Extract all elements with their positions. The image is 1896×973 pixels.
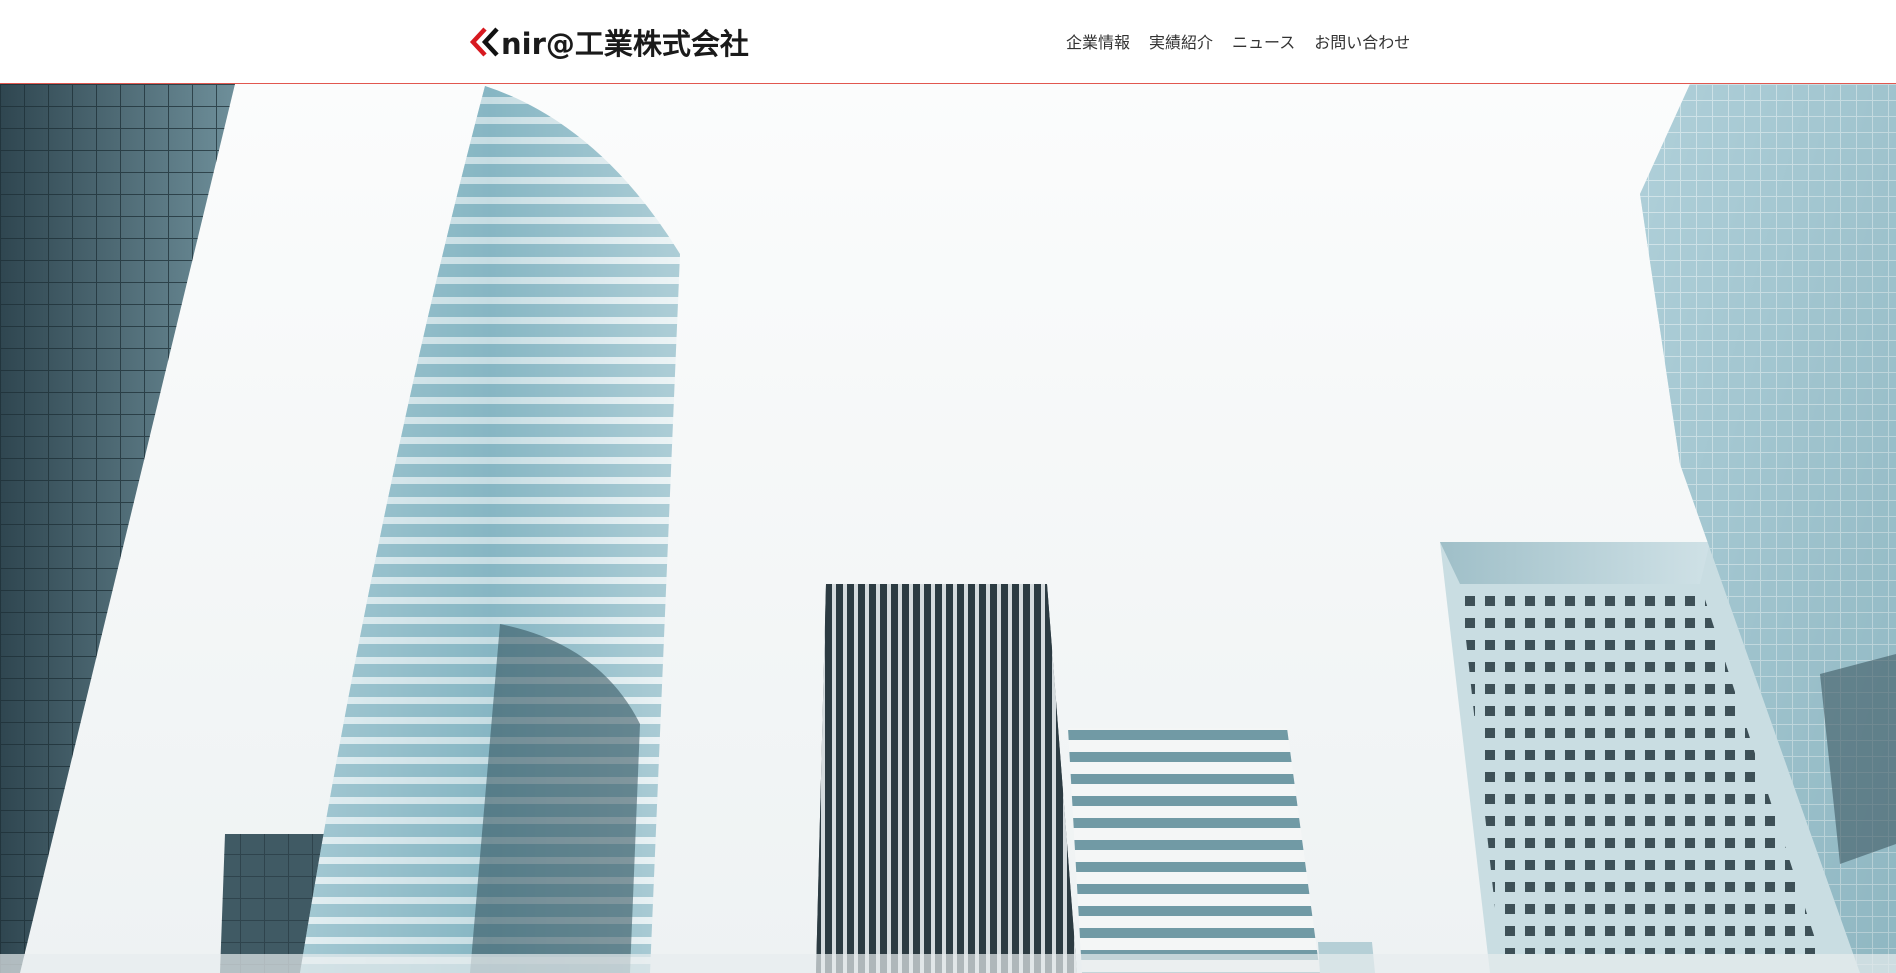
double-chevron-left-icon: [469, 27, 499, 57]
site-logo[interactable]: nir@工業株式会社: [467, 22, 749, 62]
hero-section: [0, 84, 1896, 973]
nav-item-company-info[interactable]: 企業情報: [1066, 29, 1130, 53]
hero-skyscrapers-image: [0, 84, 1896, 973]
nav-item-contact[interactable]: お問い合わせ: [1314, 29, 1410, 53]
nav-item-achievements[interactable]: 実績紹介: [1149, 29, 1213, 53]
nav-item-news[interactable]: ニュース: [1232, 29, 1295, 53]
main-nav: 企業情報 実績紹介 ニュース お問い合わせ: [1066, 28, 1410, 54]
logo-text: nir@工業株式会社: [501, 27, 749, 61]
site-header: nir@工業株式会社 企業情報 実績紹介 ニュース お問い合わせ: [0, 0, 1896, 84]
